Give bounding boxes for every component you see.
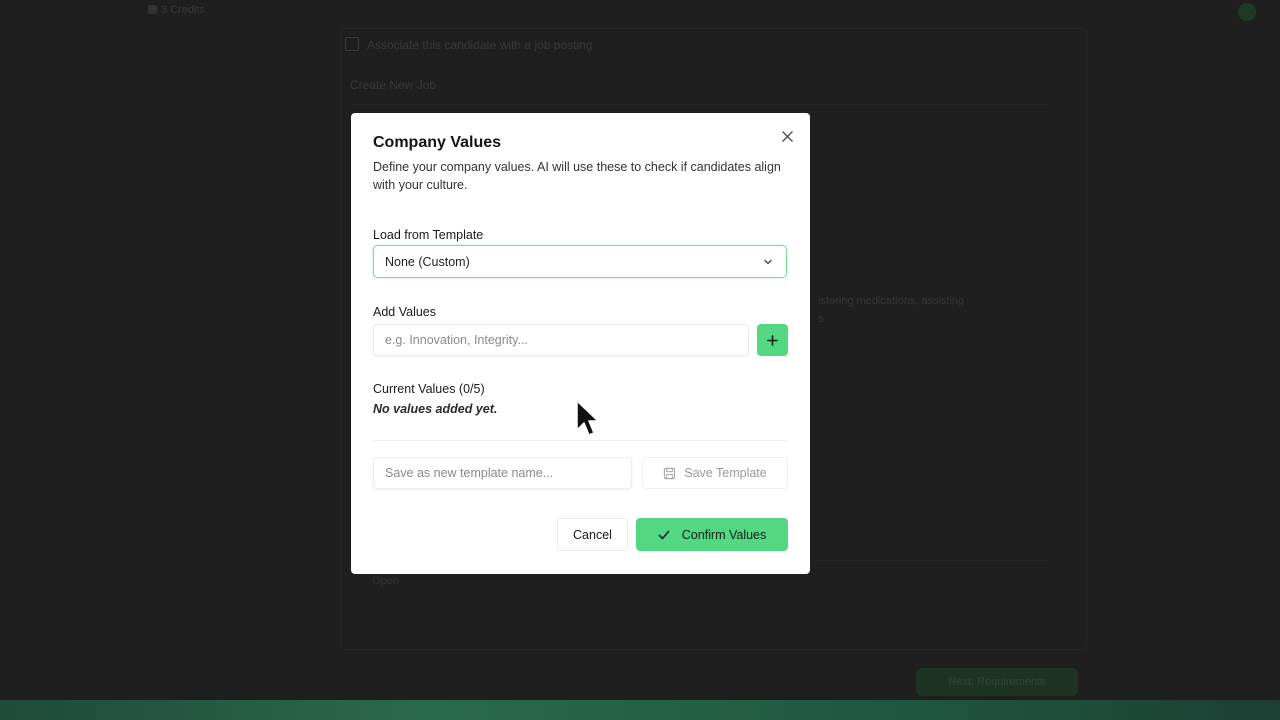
current-values-label: Current Values (0/5) bbox=[373, 382, 485, 396]
cancel-button[interactable]: Cancel bbox=[557, 518, 628, 551]
modal-title: Company Values bbox=[373, 134, 502, 151]
background-desc-line-2: s bbox=[818, 313, 824, 325]
save-template-label: Save Template bbox=[684, 466, 767, 480]
check-icon bbox=[658, 530, 670, 539]
template-selected-value: None (Custom) bbox=[385, 254, 470, 269]
empty-values-message: No values added yet. bbox=[373, 402, 498, 416]
associate-job-label: Associate this candidate with a job post… bbox=[367, 38, 593, 52]
close-button[interactable] bbox=[776, 125, 798, 147]
company-values-modal: Company Values Define your company value… bbox=[351, 113, 810, 574]
template-select[interactable]: None (Custom) bbox=[373, 245, 787, 278]
close-icon bbox=[781, 130, 793, 142]
background-desc-line-1: istering medications, assisting bbox=[818, 295, 965, 307]
associate-job-checkbox: Associate this candidate with a job post… bbox=[345, 37, 592, 52]
add-value-input[interactable] bbox=[373, 324, 749, 356]
checkbox-icon bbox=[345, 37, 359, 51]
add-values-label: Add Values bbox=[373, 305, 437, 319]
modal-description: Define your company values. AI will use … bbox=[373, 160, 781, 192]
tag-icon bbox=[148, 5, 157, 14]
section-divider bbox=[373, 440, 787, 441]
background-topbar: 3 Credits bbox=[0, 0, 1280, 26]
plus-icon bbox=[767, 334, 778, 346]
avatar bbox=[1238, 3, 1256, 21]
save-icon bbox=[664, 467, 676, 479]
mouse-cursor-icon bbox=[576, 400, 599, 436]
cancel-label: Cancel bbox=[573, 527, 612, 542]
background-open-label: Open bbox=[372, 575, 399, 587]
background-job-description: istering medications, assisting s bbox=[818, 292, 964, 328]
template-label: Load from Template bbox=[373, 228, 484, 242]
background-divider bbox=[350, 104, 1050, 105]
confirm-values-button[interactable]: Confirm Values bbox=[636, 518, 788, 551]
create-new-job-label: Create New Job bbox=[350, 78, 437, 92]
template-name-input[interactable] bbox=[373, 457, 632, 489]
confirm-label: Confirm Values bbox=[681, 527, 767, 542]
credits-label: 3 Credits bbox=[161, 4, 206, 16]
chevron-down-icon bbox=[764, 259, 772, 265]
credits-indicator: 3 Credits bbox=[148, 4, 205, 16]
save-template-button[interactable]: Save Template bbox=[642, 457, 788, 489]
add-value-button[interactable] bbox=[757, 324, 788, 356]
next-requirements-button: Next: Requirements bbox=[916, 668, 1078, 696]
background-bottom-strip bbox=[0, 700, 1280, 720]
